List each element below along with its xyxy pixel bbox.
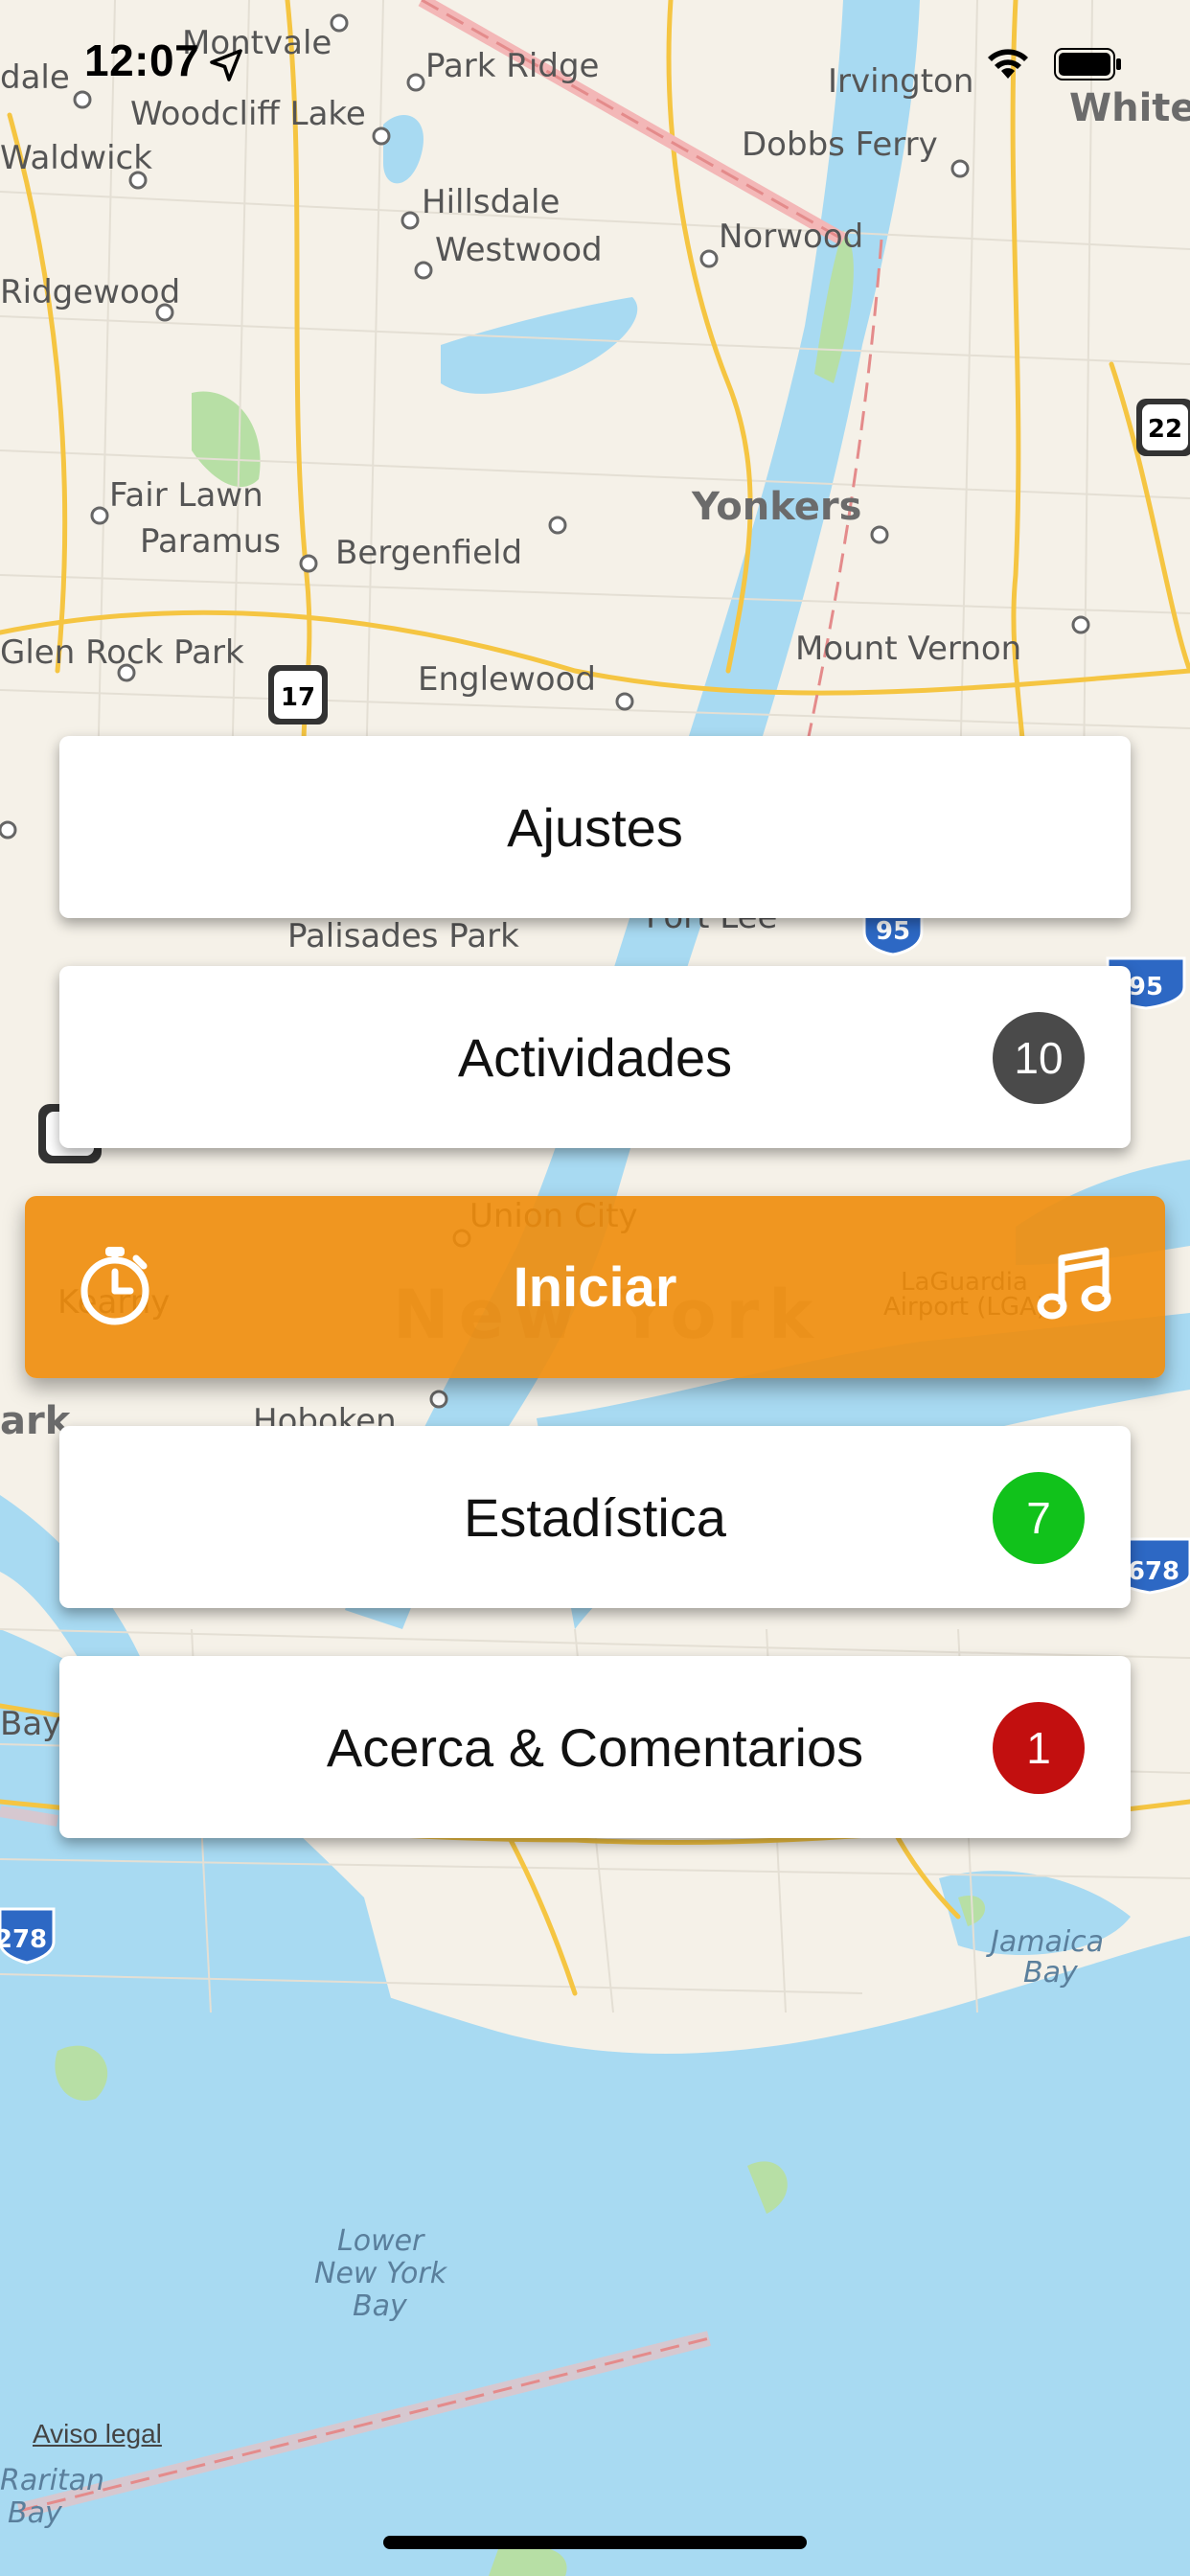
activities-button[interactable]: Actividades 10 [59,966,1131,1148]
svg-text:Bay: Bay [353,2289,408,2323]
svg-text:Yonkers: Yonkers [691,485,861,529]
svg-text:Irvington: Irvington [828,62,973,101]
svg-text:95: 95 [876,917,910,946]
start-button[interactable]: Iniciar [25,1196,1165,1378]
legal-notice-link[interactable]: Aviso legal [33,2419,162,2450]
settings-button[interactable]: Ajustes [59,736,1131,918]
svg-text:22: 22 [1148,415,1182,444]
location-arrow-icon [210,49,242,81]
svg-text:95: 95 [1129,973,1163,1001]
wifi-icon [988,49,1028,79]
svg-text:Raritan: Raritan [0,2464,104,2497]
svg-text:Palisades Park: Palisades Park [287,917,519,955]
svg-text:Bay: Bay [8,2496,63,2530]
music-note-icon[interactable] [1029,1239,1121,1331]
svg-text:Westwood: Westwood [435,231,603,269]
about-feedback-button[interactable]: Acerca & Comentarios 1 [59,1656,1131,1838]
svg-text:Dobbs Ferry: Dobbs Ferry [742,126,938,164]
svg-text:dale: dale [0,58,70,97]
map-label: Montvale [182,24,332,62]
svg-text:Bay: Bay [1023,1956,1079,1990]
svg-text:Lower: Lower [337,2224,425,2258]
statistics-label: Estadística [464,1486,726,1548]
svg-text:New York: New York [314,2257,448,2290]
svg-text:White: White [1069,86,1190,130]
home-indicator[interactable] [383,2536,807,2549]
svg-text:Ridgewood: Ridgewood [0,273,180,311]
svg-text:Fair Lawn: Fair Lawn [109,476,263,515]
settings-label: Ajustes [507,796,683,858]
svg-text:278: 278 [0,1925,47,1954]
status-time: 12:07 [84,35,200,85]
about-count-badge: 1 [993,1702,1085,1794]
svg-text:Glen Rock Park: Glen Rock Park [0,633,244,672]
svg-text:Bergenfield: Bergenfield [335,534,522,572]
svg-text:Jamaica: Jamaica [986,1925,1104,1959]
activities-count-badge: 10 [993,1012,1085,1104]
svg-text:Paramus: Paramus [140,522,281,561]
svg-text:Norwood: Norwood [719,218,863,256]
statistics-button[interactable]: Estadística 7 [59,1426,1131,1608]
svg-text:678: 678 [1128,1557,1179,1586]
start-label: Iniciar [513,1255,677,1319]
stopwatch-icon[interactable] [69,1239,161,1331]
battery-icon [1054,48,1121,80]
map-label: Park Ridge [425,47,599,85]
svg-text:Hillsdale: Hillsdale [422,183,560,221]
about-feedback-label: Acerca & Comentarios [326,1716,864,1778]
statistics-count-badge: 7 [993,1472,1085,1564]
svg-text:Waldwick: Waldwick [0,139,152,177]
svg-text:Mount Vernon: Mount Vernon [795,630,1021,668]
activities-label: Actividades [457,1026,733,1088]
svg-text:Woodcliff Lake: Woodcliff Lake [130,95,366,133]
svg-text:17: 17 [281,683,315,712]
svg-text:Englewood: Englewood [418,660,596,699]
